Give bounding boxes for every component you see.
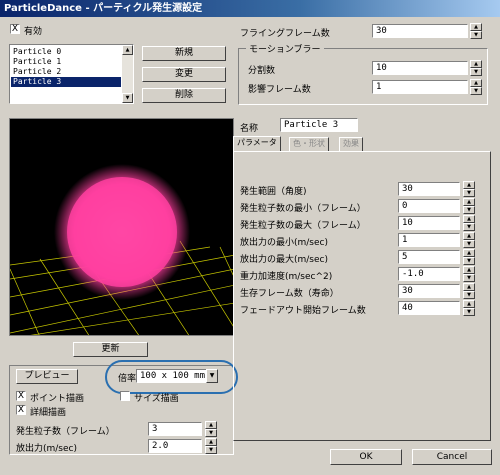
new-button[interactable]: 新規 (142, 46, 226, 61)
parameter-field[interactable]: 30 (398, 182, 460, 196)
emit-count-label: 発生粒子数（フレーム） (16, 427, 115, 437)
affect-frames-spinner[interactable]: ▲ ▼ (470, 79, 482, 95)
update-button[interactable]: 更新 (73, 342, 148, 357)
list-item[interactable]: Particle 0 (11, 47, 121, 57)
parameter-row: 発生粒子数の最大（フレーム） 10 ▲ ▼ (240, 215, 485, 232)
ok-button[interactable]: OK (330, 449, 402, 465)
parameter-row: 発生範囲（角度) 30 ▲ ▼ (240, 181, 485, 198)
list-item[interactable]: Particle 2 (11, 67, 121, 77)
emit-force-spinner[interactable]: ▲ ▼ (205, 438, 217, 454)
particle-listbox[interactable]: Particle 0 Particle 1 Particle 2 Particle 3… (9, 44, 134, 104)
parameter-field[interactable]: 1 (398, 233, 460, 247)
motion-blur-group (238, 48, 488, 105)
tab-color-shape[interactable]: 色・形状 (289, 137, 329, 151)
cancel-button[interactable]: Cancel (412, 449, 492, 465)
detail-draw-checkbox[interactable]: X (16, 405, 26, 415)
affect-frames-field[interactable]: 1 (372, 80, 468, 94)
preview-button[interactable]: プレビュー (16, 369, 78, 384)
parameter-spinner[interactable]: ▲ ▼ (463, 266, 475, 282)
list-item[interactable]: Particle 1 (11, 57, 121, 67)
annotation-circle (105, 360, 238, 394)
parameter-field[interactable]: 30 (398, 284, 460, 298)
parameter-row: フェードアウト開始フレーム数 40 ▲ ▼ (240, 300, 485, 317)
parameter-spinner[interactable]: ▲ ▼ (463, 300, 475, 316)
parameter-spinner[interactable]: ▲ ▼ (463, 215, 475, 231)
list-scrollbar[interactable]: ▲ ▼ (122, 45, 133, 103)
parameter-spinner[interactable]: ▲ ▼ (463, 283, 475, 299)
name-label: 名称 (240, 124, 259, 134)
particle-list: Particle 0 Particle 1 Particle 2 Particle 3 (11, 47, 121, 87)
change-button[interactable]: 変更 (142, 67, 226, 82)
emit-count-spinner[interactable]: ▲ ▼ (205, 421, 217, 437)
parameter-label: 放出力の最小(m/sec) (240, 238, 328, 248)
parameter-field[interactable]: 0 (398, 199, 460, 213)
parameter-field[interactable]: 40 (398, 301, 460, 315)
dialog-window: ParticleDance - パーティクル発生源設定 X 有効 Particl… (0, 0, 500, 475)
point-draw-checkbox[interactable]: X (16, 391, 26, 401)
delete-button[interactable]: 削除 (142, 88, 226, 103)
tab-effects[interactable]: 効果 (339, 137, 363, 151)
parameter-label: フェードアウト開始フレーム数 (240, 306, 366, 316)
parameter-spinner[interactable]: ▲ ▼ (463, 181, 475, 197)
emit-force-label: 放出力(m/sec) (16, 444, 77, 454)
parameter-label: 発生範囲（角度) (240, 187, 307, 197)
size-draw-checkbox[interactable] (120, 391, 130, 401)
parameter-field[interactable]: 5 (398, 250, 460, 264)
parameter-row: 生存フレーム数（寿命） 30 ▲ ▼ (240, 283, 485, 300)
emit-force-field[interactable]: 2.0 (148, 439, 202, 453)
list-item[interactable]: Particle 3 (11, 77, 121, 87)
point-draw-label: ポイント描画 (30, 394, 85, 404)
divisions-field[interactable]: 10 (372, 61, 468, 75)
scroll-down-icon[interactable]: ▼ (122, 93, 133, 103)
scroll-up-icon[interactable]: ▲ (122, 45, 133, 55)
parameter-row: 発生粒子数の最小（フレーム） 0 ▲ ▼ (240, 198, 485, 215)
divisions-spinner[interactable]: ▲ ▼ (470, 60, 482, 76)
parameter-field[interactable]: -1.0 (398, 267, 460, 281)
flying-frames-spinner[interactable]: ▲ ▼ (470, 23, 482, 39)
enabled-checkbox[interactable]: X (10, 24, 20, 34)
particle-core (67, 177, 177, 287)
parameter-label: 生存フレーム数（寿命） (240, 289, 339, 299)
parameter-spinner[interactable]: ▲ ▼ (463, 249, 475, 265)
preview-viewport[interactable] (9, 118, 234, 336)
flying-frames-label: フライングフレーム数 (240, 29, 330, 39)
divisions-label: 分割数 (248, 66, 276, 76)
parameter-label: 放出力の最大(m/sec) (240, 255, 328, 265)
parameter-spinner[interactable]: ▲ ▼ (463, 198, 475, 214)
motion-blur-title: モーションブラー (246, 42, 324, 55)
preview-canvas (10, 164, 233, 335)
parameter-label: 重力加速度(m/sec^2) (240, 272, 333, 282)
name-field[interactable]: Particle 3 (280, 118, 358, 132)
size-draw-label: サイズ描画 (134, 394, 179, 404)
tab-parameters[interactable]: パラメータ (233, 136, 281, 152)
detail-draw-label: 詳細描画 (30, 408, 67, 418)
tab-strip: パラメータ 色・形状 効果 (233, 136, 493, 152)
parameter-spinner[interactable]: ▲ ▼ (463, 232, 475, 248)
parameter-row: 放出力の最小(m/sec) 1 ▲ ▼ (240, 232, 485, 249)
flying-frames-field[interactable]: 30 (372, 24, 468, 38)
title-bar: ParticleDance - パーティクル発生源設定 (0, 0, 500, 17)
parameter-row: 重力加速度(m/sec^2) -1.0 ▲ ▼ (240, 266, 485, 283)
parameter-label: 発生粒子数の最小（フレーム） (240, 204, 366, 214)
parameter-row: 放出力の最大(m/sec) 5 ▲ ▼ (240, 249, 485, 266)
parameter-label: 発生粒子数の最大（フレーム） (240, 221, 366, 231)
emit-count-field[interactable]: 3 (148, 422, 202, 436)
affect-frames-label: 影響フレーム数 (248, 85, 311, 95)
parameter-field[interactable]: 10 (398, 216, 460, 230)
enabled-label: 有効 (24, 27, 43, 37)
